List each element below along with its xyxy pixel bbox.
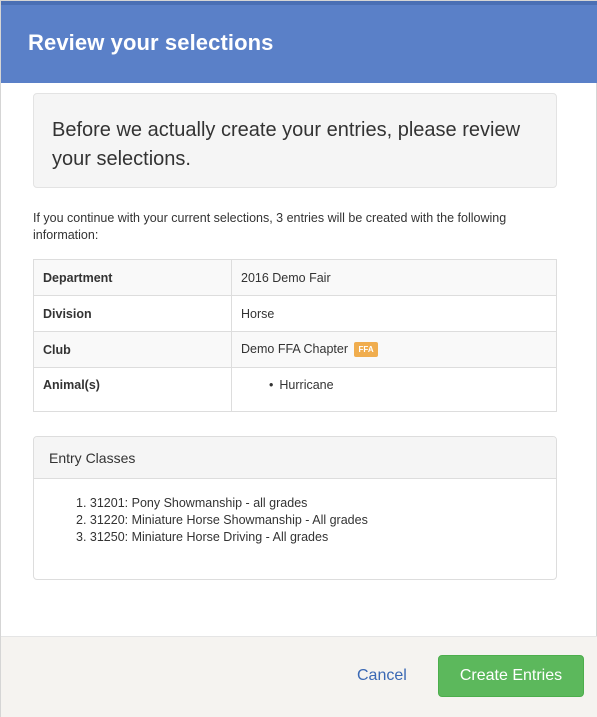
modal-footer: Cancel Create Entries bbox=[1, 636, 597, 717]
entry-classes-panel: Entry Classes 1. 31201: Pony Showmanship… bbox=[33, 436, 557, 580]
entry-classes-heading: Entry Classes bbox=[34, 437, 556, 479]
review-notice: Before we actually create your entries, … bbox=[33, 93, 557, 188]
table-row: Department 2016 Demo Fair bbox=[33, 259, 557, 296]
ffa-badge: FFA bbox=[354, 342, 378, 358]
department-label: Department bbox=[33, 259, 232, 296]
table-row: Animal(s) Hurricane bbox=[33, 367, 557, 412]
cancel-button[interactable]: Cancel bbox=[357, 667, 407, 685]
review-selections-modal: Review your selections Before we actuall… bbox=[0, 0, 597, 717]
department-value: 2016 Demo Fair bbox=[231, 259, 557, 296]
entry-class-list: 1. 31201: Pony Showmanship - all grades … bbox=[34, 479, 556, 546]
modal-header: Review your selections bbox=[1, 1, 597, 83]
division-value: Horse bbox=[231, 295, 557, 332]
division-label: Division bbox=[33, 295, 232, 332]
table-row: Club Demo FFA Chapter FFA bbox=[33, 331, 557, 368]
club-value: Demo FFA Chapter bbox=[241, 341, 348, 356]
list-item: 2. 31220: Miniature Horse Showmanship - … bbox=[76, 513, 368, 527]
modal-title: Review your selections bbox=[28, 30, 274, 55]
table-row: Division Horse bbox=[33, 295, 557, 332]
animal-list: Hurricane bbox=[241, 378, 547, 392]
review-notice-text: Before we actually create your entries, … bbox=[52, 119, 521, 170]
list-item: 1. 31201: Pony Showmanship - all grades bbox=[76, 496, 308, 510]
list-item: 3. 31250: Miniature Horse Driving - All … bbox=[76, 530, 329, 544]
club-cell: Demo FFA Chapter FFA bbox=[231, 331, 557, 368]
animals-label: Animal(s) bbox=[33, 367, 232, 412]
club-label: Club bbox=[33, 331, 232, 368]
list-item: Hurricane bbox=[269, 378, 547, 392]
selection-details-table: Department 2016 Demo Fair Division Horse… bbox=[33, 259, 557, 412]
summary-text: If you continue with your current select… bbox=[33, 211, 507, 242]
animals-cell: Hurricane bbox=[231, 367, 557, 412]
create-entries-button[interactable]: Create Entries bbox=[438, 655, 584, 697]
